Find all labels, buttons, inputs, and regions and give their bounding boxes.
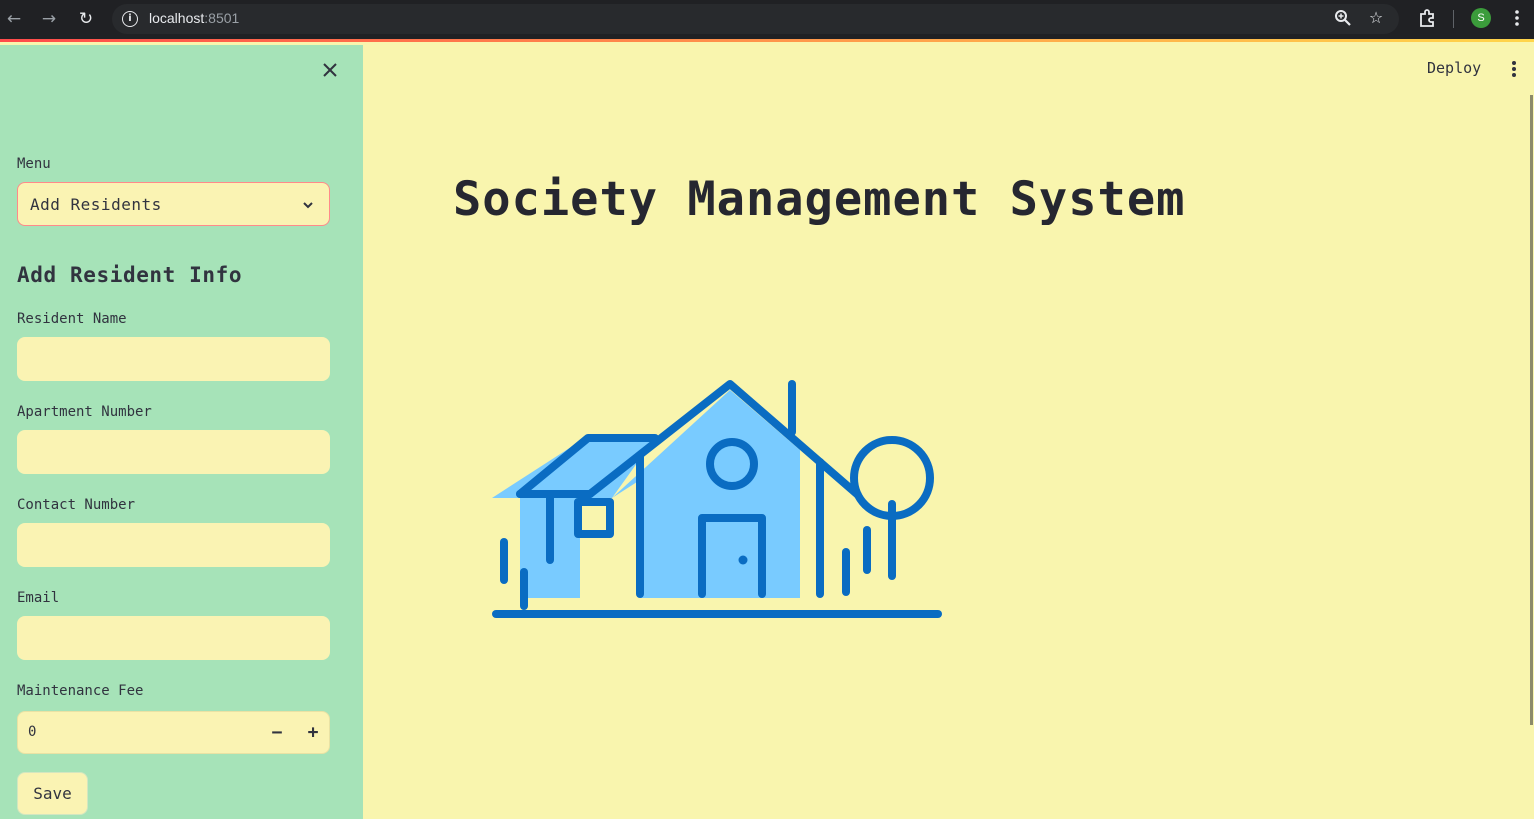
menu-select[interactable]: Add Residents [17, 182, 330, 226]
menu-label: Menu [17, 156, 51, 172]
app-menu-icon[interactable] [1506, 58, 1522, 80]
resident-name-input[interactable] [17, 337, 330, 381]
zoom-icon[interactable] [1332, 7, 1354, 29]
browser-toolbar: ← → ↻ i localhost:8501 ☆ S [0, 0, 1534, 42]
close-sidebar-icon[interactable] [319, 59, 341, 81]
browser-menu-icon[interactable] [1506, 7, 1528, 29]
loading-accent-bar [0, 39, 1534, 42]
chevron-down-icon [303, 202, 313, 209]
scrollbar[interactable] [1530, 95, 1533, 725]
apartment-number-label: Apartment Number [17, 404, 152, 420]
apartment-number-input[interactable] [17, 430, 330, 474]
section-title: Add Resident Info [17, 263, 243, 287]
sidebar: Menu Add Residents Add Resident Info Res… [0, 45, 363, 819]
bookmark-star-icon[interactable]: ☆ [1365, 7, 1387, 29]
page-title: Society Management System [453, 172, 1186, 227]
increment-button[interactable]: + [302, 722, 324, 744]
email-label: Email [17, 590, 60, 606]
decrement-button[interactable]: − [266, 722, 288, 744]
extensions-icon[interactable] [1416, 7, 1438, 29]
save-button[interactable]: Save [17, 772, 88, 815]
url-text: localhost:8501 [149, 10, 240, 26]
forward-icon[interactable]: → [38, 8, 60, 30]
reload-icon[interactable]: ↻ [75, 8, 97, 30]
email-input[interactable] [17, 616, 330, 660]
contact-number-label: Contact Number [17, 497, 136, 513]
site-info-icon[interactable]: i [122, 11, 138, 27]
maintenance-fee-label: Maintenance Fee [17, 683, 144, 699]
menu-selected-value: Add Residents [30, 195, 162, 214]
contact-number-input[interactable] [17, 523, 330, 567]
deploy-button[interactable]: Deploy [1427, 59, 1481, 77]
profile-avatar[interactable]: S [1471, 8, 1491, 28]
toolbar-separator [1453, 10, 1454, 28]
resident-name-label: Resident Name [17, 311, 127, 327]
address-bar[interactable]: i localhost:8501 [112, 4, 1399, 34]
maintenance-fee-value: 0 [28, 724, 37, 740]
house-illustration-icon [492, 380, 942, 618]
maintenance-fee-input[interactable]: 0 − + [17, 711, 330, 754]
back-icon[interactable]: ← [3, 8, 25, 30]
